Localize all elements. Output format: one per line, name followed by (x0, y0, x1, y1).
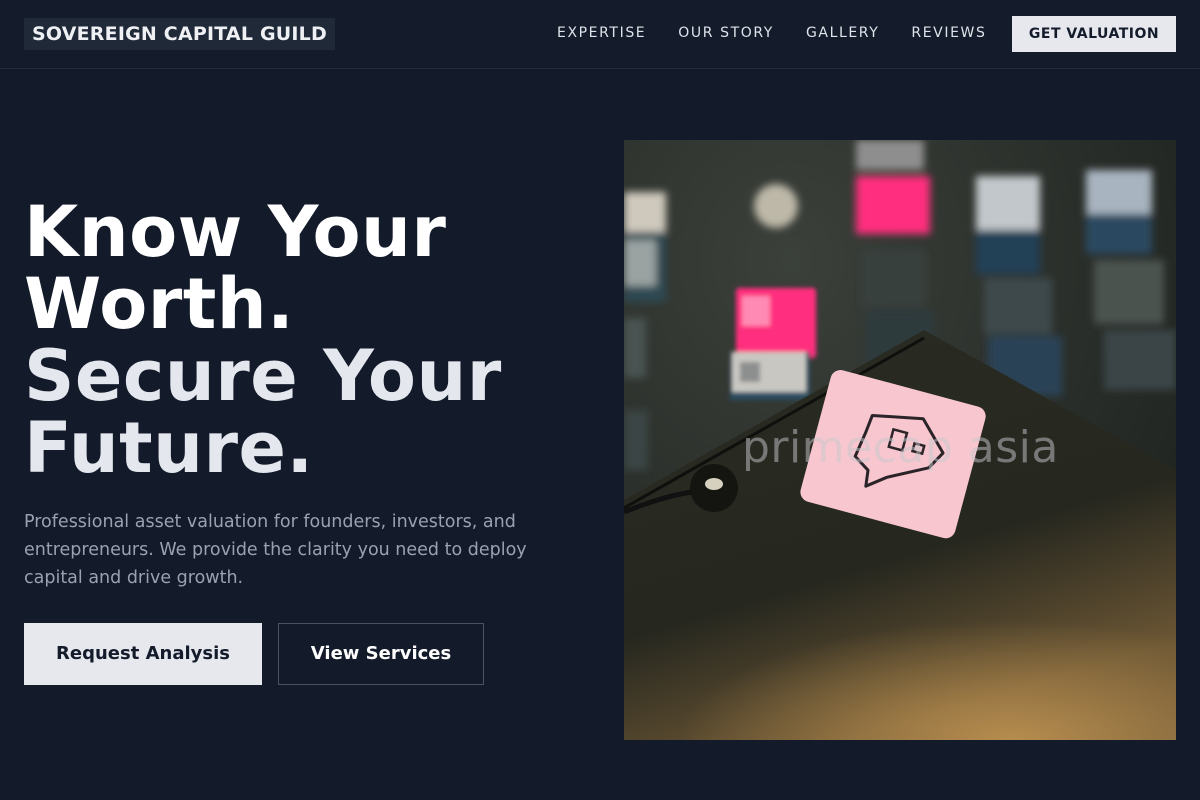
nav-link-our-story[interactable]: OUR STORY (678, 24, 774, 42)
hero-title: Know Your Worth. Secure Your Future. (24, 196, 584, 484)
view-services-button[interactable]: View Services (278, 623, 484, 685)
get-valuation-button[interactable]: GET VALUATION (1012, 16, 1176, 52)
nav-link-reviews[interactable]: REVIEWS (911, 24, 986, 42)
nav-link-expertise[interactable]: EXPERTISE (557, 24, 646, 42)
brand-logo[interactable]: SOVEREIGN CAPITAL GUILD (24, 18, 335, 50)
site-header: SOVEREIGN CAPITAL GUILD EXPERTISE OUR ST… (0, 0, 1200, 69)
hero-title-line: Future. (24, 407, 314, 489)
nav-link-gallery[interactable]: GALLERY (806, 24, 879, 42)
request-analysis-button[interactable]: Request Analysis (24, 623, 262, 685)
main-nav: EXPERTISE OUR STORY GALLERY REVIEWS (557, 24, 1018, 42)
hero-image: primecap asia (624, 140, 1176, 740)
hero-title-line: Know Your (24, 191, 447, 273)
image-watermark: primecap asia (742, 422, 1059, 473)
hero-subtitle: Professional asset valuation for founder… (24, 512, 527, 588)
hero-title-line: Worth. (24, 263, 295, 345)
hero-title-line: Secure Your (24, 335, 502, 417)
